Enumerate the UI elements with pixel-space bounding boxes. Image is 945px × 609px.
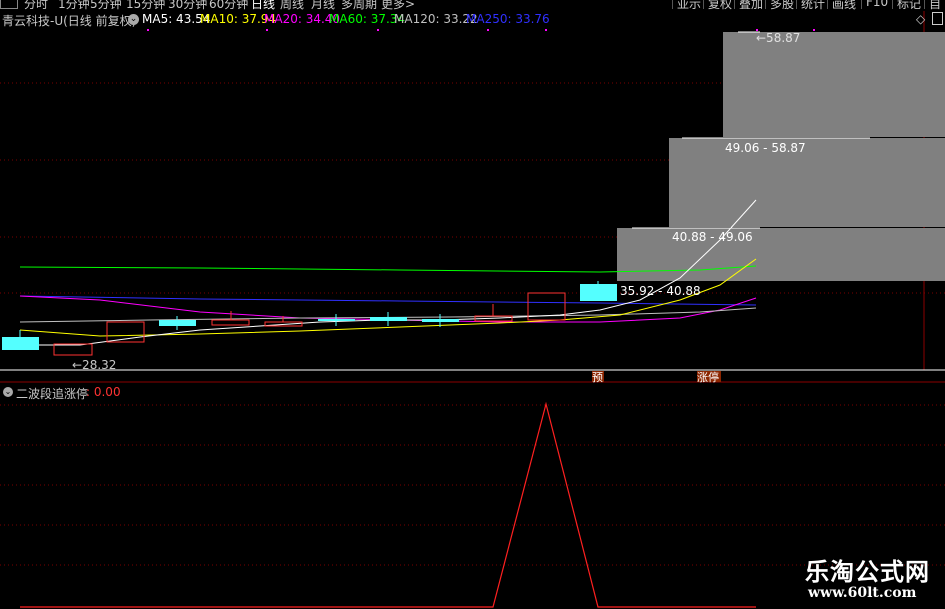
ma250-legend: MA250: 33.76 xyxy=(466,12,550,26)
menu-icon[interactable] xyxy=(0,0,18,9)
price-bands xyxy=(617,31,945,281)
toolbar-button[interactable]: 亚示 xyxy=(672,0,705,11)
low-price-label: ←28.32 xyxy=(72,358,117,372)
chevron-down-icon[interactable]: ⌄ xyxy=(3,387,13,397)
toolbar-button[interactable]: 多股 xyxy=(765,0,798,11)
band-mid xyxy=(669,138,945,227)
event-dot xyxy=(545,29,547,31)
period-tab-active[interactable]: 日线 xyxy=(251,0,275,11)
band-top-label: 49.06 - 58.87 xyxy=(725,141,806,155)
event-dot xyxy=(813,29,815,31)
event-dot xyxy=(266,29,268,31)
period-tab[interactable]: 30分钟 xyxy=(168,0,207,11)
event-dot xyxy=(487,29,489,31)
candle-down xyxy=(580,284,617,301)
period-tab[interactable]: 更多> xyxy=(381,0,415,11)
period-tab[interactable]: 周线 xyxy=(280,0,304,11)
event-dot xyxy=(147,29,149,31)
tag-yu: 预 xyxy=(592,371,603,384)
toolbar-button[interactable]: 自 xyxy=(924,0,945,11)
band-top xyxy=(723,32,945,137)
tag-zhangting: 涨停 xyxy=(697,371,719,384)
indicator-line xyxy=(20,401,756,608)
period-tab[interactable]: 15分钟 xyxy=(126,0,165,11)
indicator-value: : 0.00 xyxy=(86,385,121,399)
period-toolbar: 分时 1分钟 5分钟 15分钟 30分钟 60分钟 日线 周线 月线 多周期 更… xyxy=(0,0,945,11)
chevron-down-icon[interactable]: ⌄ xyxy=(128,14,139,25)
period-tab[interactable]: 多周期 xyxy=(341,0,377,11)
event-dot xyxy=(377,29,379,31)
panel-toggle-icon[interactable] xyxy=(932,12,943,25)
toolbar-button[interactable]: 叠加 xyxy=(734,0,767,11)
period-tab[interactable]: 月线 xyxy=(311,0,335,11)
candle-up xyxy=(53,343,93,356)
toolbar-button[interactable]: 画线 xyxy=(827,0,860,11)
period-tab[interactable]: 分时 xyxy=(24,0,48,11)
indicator-grid xyxy=(0,404,945,566)
toolbar-button[interactable]: 统计 xyxy=(796,0,829,11)
band-low xyxy=(617,228,945,281)
candle-down xyxy=(2,337,39,350)
toolbar-button[interactable]: 复权 xyxy=(703,0,736,11)
high-price-label: ←58.87 xyxy=(756,31,801,45)
chart-canvas xyxy=(0,11,945,608)
watermark-url: www.60lt.com xyxy=(808,585,917,601)
toolbar-button[interactable]: 标记 xyxy=(892,0,925,11)
band-low-label: 35.92 - 40.88 xyxy=(620,284,701,298)
band-mid-label: 40.88 - 49.06 xyxy=(672,230,753,244)
indicator-name: 二波段追涨停 xyxy=(16,387,89,401)
chart-window: 分时 1分钟 5分钟 15分钟 30分钟 60分钟 日线 周线 月线 多周期 更… xyxy=(0,0,945,609)
period-tab[interactable]: 60分钟 xyxy=(209,0,248,11)
diamond-icon[interactable]: ◇ xyxy=(916,12,925,26)
period-tab[interactable]: 5分钟 xyxy=(90,0,122,11)
event-dots xyxy=(147,29,815,31)
toolbar-button[interactable]: F10 xyxy=(861,0,892,9)
stock-title: 青云科技-U(日线 前复权) xyxy=(2,14,137,28)
watermark-title: 乐淘公式网 xyxy=(805,558,930,586)
candle-up xyxy=(211,319,250,326)
period-tab[interactable]: 1分钟 xyxy=(58,0,90,11)
